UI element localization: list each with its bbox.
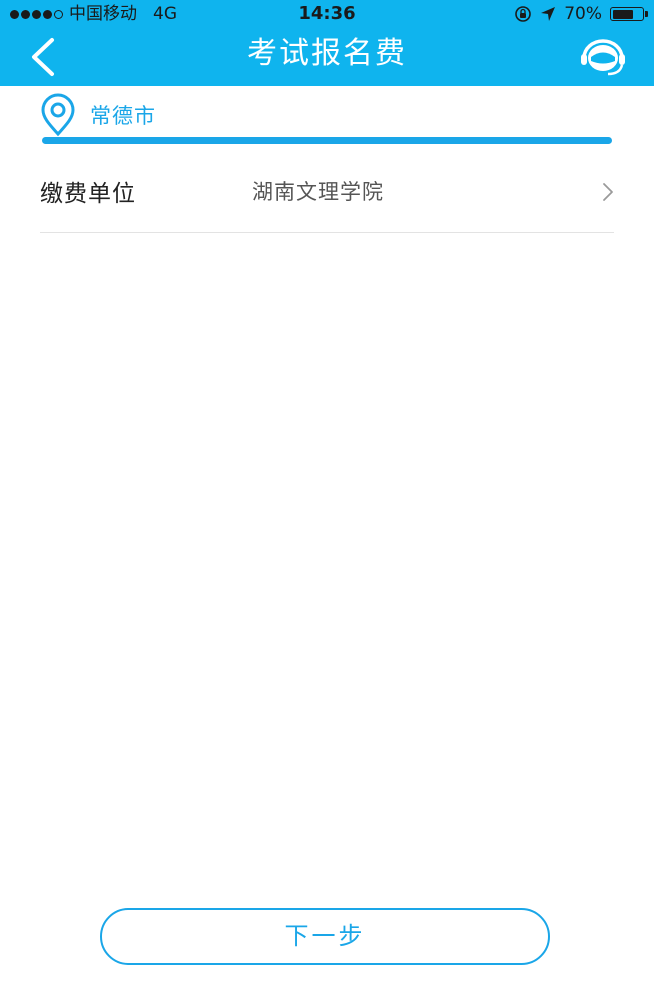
- customer-service-button[interactable]: [578, 36, 628, 80]
- payment-unit-label: 缴费单位: [40, 181, 136, 207]
- location-pin-icon: [41, 93, 75, 137]
- payment-unit-value: 湖南文理学院: [252, 180, 384, 204]
- status-bar: 中国移动 4G 14:36 70%: [0, 0, 654, 28]
- next-step-button[interactable]: 下一步: [100, 908, 550, 965]
- payment-unit-row[interactable]: 缴费单位 湖南文理学院: [40, 152, 614, 233]
- battery-percent: 70%: [564, 4, 602, 24]
- orientation-lock-icon: [515, 6, 532, 22]
- header-bar: 中国移动 4G 14:36 70% 考试报名费: [0, 0, 654, 86]
- location-selector[interactable]: 常德市: [40, 92, 156, 138]
- screen: 中国移动 4G 14:36 70% 考试报名费 常德市 缴费单位 湖南文理学院 …: [0, 0, 654, 994]
- location-underline: [42, 137, 612, 144]
- customer-service-icon: [581, 39, 625, 76]
- battery-icon: [610, 7, 648, 21]
- status-right: 70%: [514, 0, 648, 28]
- page-title: 考试报名费: [247, 36, 407, 71]
- chevron-right-icon: [603, 183, 613, 201]
- location-arrow-icon: [541, 7, 556, 21]
- city-name: 常德市: [90, 104, 156, 128]
